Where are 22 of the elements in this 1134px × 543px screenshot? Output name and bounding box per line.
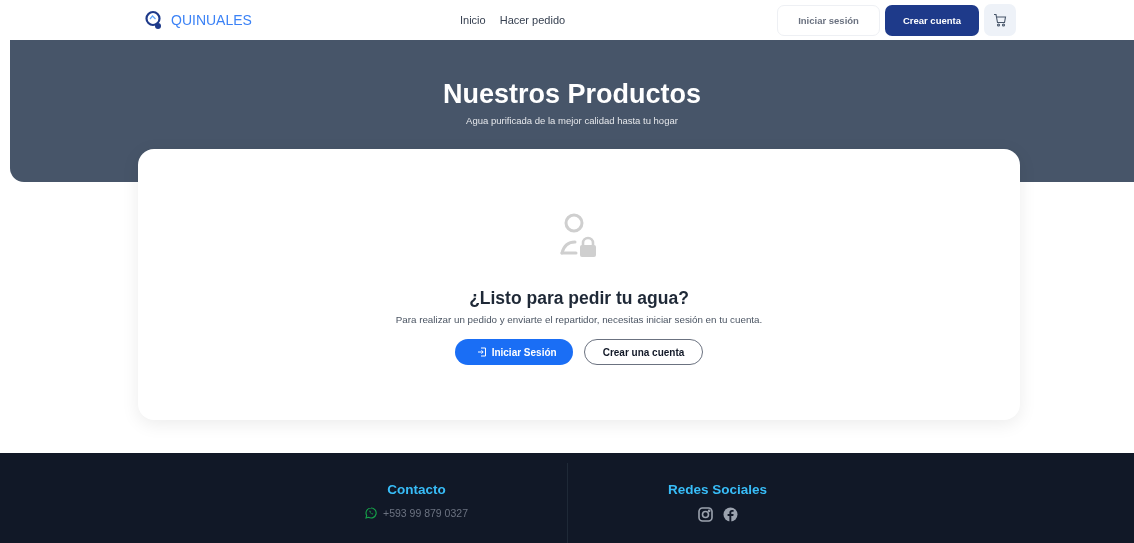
nav-link[interactable]: Hacer pedido xyxy=(499,14,566,26)
facebook-icon[interactable] xyxy=(722,507,738,522)
instagram-icon[interactable] xyxy=(697,507,713,522)
sign-up-button[interactable]: Crear cuenta xyxy=(884,4,979,36)
nav-link[interactable]: Inicio xyxy=(460,14,486,26)
page-subtitle: Agua purificada de la mejor calidad hasta tu hogar xyxy=(466,115,678,126)
footer-heading: Redes Sociales xyxy=(667,482,768,497)
footer-heading: Contacto xyxy=(387,482,446,497)
whatsapp-icon[interactable] xyxy=(365,507,377,519)
cart-button[interactable] xyxy=(984,4,1016,36)
brand-name[interactable]: QUINUALES xyxy=(171,12,252,28)
card-heading: ¿Listo para pedir tu agua? xyxy=(469,288,689,309)
page-title: Nuestros Productos xyxy=(442,78,701,110)
sign-in-button[interactable]: Iniciar Sesión xyxy=(454,339,573,365)
cart-icon xyxy=(993,13,1007,27)
card-text: Para realizar un pedido y enviarte el repartidor, necesitas iniciar sesión en tu cuenta. xyxy=(395,314,763,325)
create-account-button[interactable]: Crear una cuenta xyxy=(583,339,704,365)
logo-icon xyxy=(145,10,163,30)
login-icon xyxy=(476,347,487,357)
phone-number[interactable]: +593 99 879 0327 xyxy=(383,507,468,519)
sign-in-button[interactable]: Iniciar sesión xyxy=(777,4,880,36)
user-lock-icon xyxy=(560,213,598,258)
